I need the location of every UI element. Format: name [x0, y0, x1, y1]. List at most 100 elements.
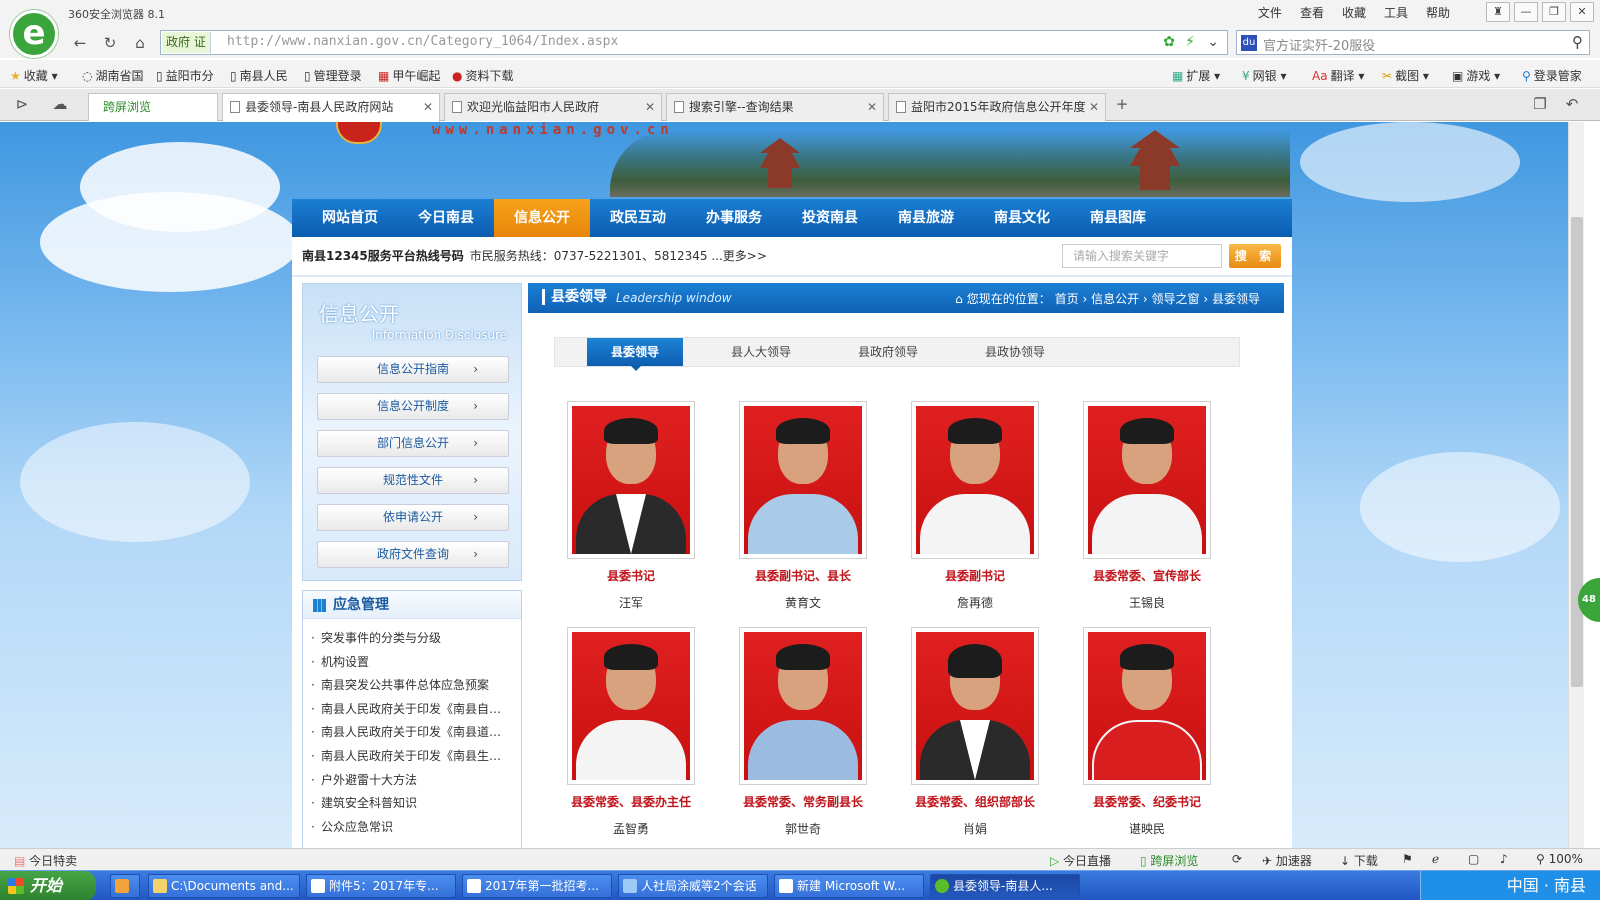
list-item[interactable]: 南县突发公共事件总体应急预案 — [311, 674, 515, 698]
undo-close-icon[interactable]: ↶ — [1562, 94, 1582, 114]
tab-peoples-congress[interactable]: 县人大领导 — [713, 338, 809, 366]
list-item[interactable]: 机构设置 — [311, 651, 515, 675]
task-chat[interactable]: 人社局涂威等2个会话 — [618, 874, 768, 898]
sidebar-toggle-icon[interactable]: ⊳ — [12, 94, 32, 114]
tab-active[interactable]: 县委领导-南县人民政府网站 ✕ — [222, 93, 440, 122]
task-explorer[interactable]: C:\Documents and... — [148, 874, 300, 898]
leader-role[interactable]: 县委副书记 — [910, 567, 1040, 584]
leader-name[interactable]: 郭世奇 — [738, 820, 868, 837]
breadcrumb-home[interactable]: 首页 — [1055, 292, 1079, 306]
browser-logo-icon[interactable]: e — [10, 10, 58, 58]
start-button[interactable]: 开始 — [0, 871, 96, 900]
leader-role[interactable]: 县委常委、组织部部长 — [910, 793, 1040, 810]
nav-investment[interactable]: 投资南县 — [782, 199, 878, 237]
page-scrollbar[interactable] — [1568, 122, 1584, 848]
nav-services[interactable]: 办事服务 — [686, 199, 782, 237]
close-button[interactable]: ✕ — [1570, 2, 1594, 22]
window-icon[interactable]: ▢ — [1468, 852, 1479, 866]
breadcrumb-current[interactable]: 县委领导 — [1212, 292, 1260, 306]
url-text[interactable]: http://www.nanxian.gov.cn/Category_1064/… — [227, 34, 618, 49]
dropdown-icon[interactable]: ⌄ — [1207, 34, 1219, 50]
minimize-button[interactable]: — — [1514, 2, 1538, 22]
refresh-status-icon[interactable]: ⟳ — [1232, 852, 1242, 866]
address-bar[interactable]: 政府 证 http://www.nanxian.gov.cn/Category_… — [160, 30, 1228, 55]
leader-name[interactable]: 黄育文 — [738, 594, 868, 611]
nav-culture[interactable]: 南县文化 — [974, 199, 1070, 237]
list-item[interactable]: 建筑安全科普知识 — [311, 792, 515, 816]
nav-gallery[interactable]: 南县图库 — [1070, 199, 1166, 237]
leader-name[interactable]: 谌映民 — [1082, 820, 1212, 837]
menu-view[interactable]: 查看 — [1300, 4, 1324, 21]
search-input[interactable]: 官方证实歼-20服役 — [1263, 35, 1375, 54]
tab-cross-screen[interactable]: 跨屏浏览 — [88, 93, 218, 121]
nav-interaction[interactable]: 政民互动 — [590, 199, 686, 237]
games-button[interactable]: ▣ 游戏 ▾ — [1452, 67, 1500, 84]
hotline-more-link[interactable]: 更多>> — [723, 249, 767, 263]
cloud-icon[interactable]: ☁ — [50, 94, 70, 114]
leader-photo[interactable] — [1083, 401, 1211, 559]
list-item[interactable]: 南县人民政府关于印发《南县自… — [311, 698, 515, 722]
leader-photo[interactable] — [911, 627, 1039, 785]
baidu-icon[interactable]: du — [1241, 35, 1257, 51]
leader-name[interactable]: 王锡良 — [1082, 594, 1212, 611]
close-tab-icon[interactable]: ✕ — [1089, 94, 1099, 120]
sidebar-item-department[interactable]: 部门信息公开 › — [317, 430, 509, 457]
cross-screen-link[interactable]: ▯ 跨屏浏览 — [1140, 852, 1198, 869]
leader-name[interactable]: 汪军 — [566, 594, 696, 611]
flag-icon[interactable]: ⚑ — [1402, 852, 1413, 866]
leader-photo[interactable] — [739, 627, 867, 785]
bookmark-item[interactable]: ▯ 管理登录 — [304, 67, 362, 84]
leader-card[interactable]: 县委书记 汪军 — [566, 401, 696, 611]
sidebar-item-normative-docs[interactable]: 规范性文件 › — [317, 467, 509, 494]
zoom-control[interactable]: ⚲ 100% — [1536, 852, 1583, 866]
leader-role[interactable]: 县委常委、县委办主任 — [566, 793, 696, 810]
breadcrumb-window[interactable]: 领导之窗 — [1152, 292, 1200, 306]
security-icon[interactable]: ✿ — [1163, 34, 1175, 50]
leader-card[interactable]: 县委常委、宣传部长 王锡良 — [1082, 401, 1212, 611]
breadcrumb-info[interactable]: 信息公开 — [1091, 292, 1139, 306]
leader-role[interactable]: 县委常委、纪委书记 — [1082, 793, 1212, 810]
leader-photo[interactable] — [567, 627, 695, 785]
sidebar-item-doc-search[interactable]: 政府文件查询 › — [317, 541, 509, 568]
translate-button[interactable]: Aa 翻译 ▾ — [1312, 67, 1364, 84]
close-tab-icon[interactable]: ✕ — [645, 94, 655, 120]
gov-cert-badge[interactable]: 政府 证 — [162, 32, 211, 53]
leader-photo[interactable] — [739, 401, 867, 559]
list-item[interactable]: 突发事件的分类与分级 — [311, 627, 515, 651]
tab-item[interactable]: 欢迎光临益阳市人民政府 ✕ — [444, 93, 662, 121]
task-doc1[interactable]: 附件5：2017年专... — [306, 874, 456, 898]
menu-help[interactable]: 帮助 — [1426, 4, 1450, 21]
bookmark-item[interactable]: ▯ 益阳市分 — [156, 67, 214, 84]
ext-button[interactable]: ▦ 扩展 ▾ — [1172, 67, 1220, 84]
search-icon[interactable]: ⚲ — [1572, 33, 1583, 51]
nav-tourism[interactable]: 南县旅游 — [878, 199, 974, 237]
ebank-button[interactable]: ¥ 网银 ▾ — [1242, 67, 1287, 84]
sidebar-item-guide[interactable]: 信息公开指南 › — [317, 356, 509, 383]
downloads-link[interactable]: ↓ 下载 — [1340, 852, 1378, 869]
leader-card[interactable]: 县委常委、纪委书记 谌映民 — [1082, 627, 1212, 837]
daily-deals-link[interactable]: ▤ 今日特卖 — [14, 852, 77, 869]
bookmark-item[interactable]: ● 资料下载 — [452, 67, 514, 84]
close-tab-icon[interactable]: ✕ — [867, 94, 877, 120]
leader-role[interactable]: 县委常委、宣传部长 — [1082, 567, 1212, 584]
sidebar-item-on-request[interactable]: 依申请公开 › — [317, 504, 509, 531]
leader-photo[interactable] — [911, 401, 1039, 559]
new-tab-icon[interactable]: + — [1112, 94, 1132, 114]
list-item[interactable]: 南县人民政府关于印发《南县生… — [311, 745, 515, 769]
nav-info-disclosure[interactable]: 信息公开 — [494, 199, 590, 237]
site-search-input[interactable]: 请输入搜索关键字 — [1062, 244, 1222, 268]
tab-item[interactable]: 搜索引擎--查询结果 ✕ — [666, 93, 884, 121]
tab-item[interactable]: 益阳市2015年政府信息公开年度 ✕ — [888, 93, 1106, 121]
ie-icon[interactable]: ℯ — [1432, 852, 1439, 866]
menu-file[interactable]: 文件 — [1258, 4, 1282, 21]
menu-favorites[interactable]: 收藏 — [1342, 4, 1366, 21]
leader-card[interactable]: 县委副书记 詹再德 — [910, 401, 1040, 611]
leader-role[interactable]: 县委书记 — [566, 567, 696, 584]
task-word[interactable]: 新建 Microsoft W... — [774, 874, 924, 898]
tab-cppcc[interactable]: 县政协领导 — [967, 338, 1063, 366]
accelerator-link[interactable]: ✈ 加速器 — [1262, 852, 1312, 869]
maximize-button[interactable]: ❐ — [1542, 2, 1566, 22]
scroll-thumb[interactable] — [1571, 217, 1583, 687]
tab-government[interactable]: 县政府领导 — [840, 338, 936, 366]
nav-today[interactable]: 今日南县 — [398, 199, 494, 237]
